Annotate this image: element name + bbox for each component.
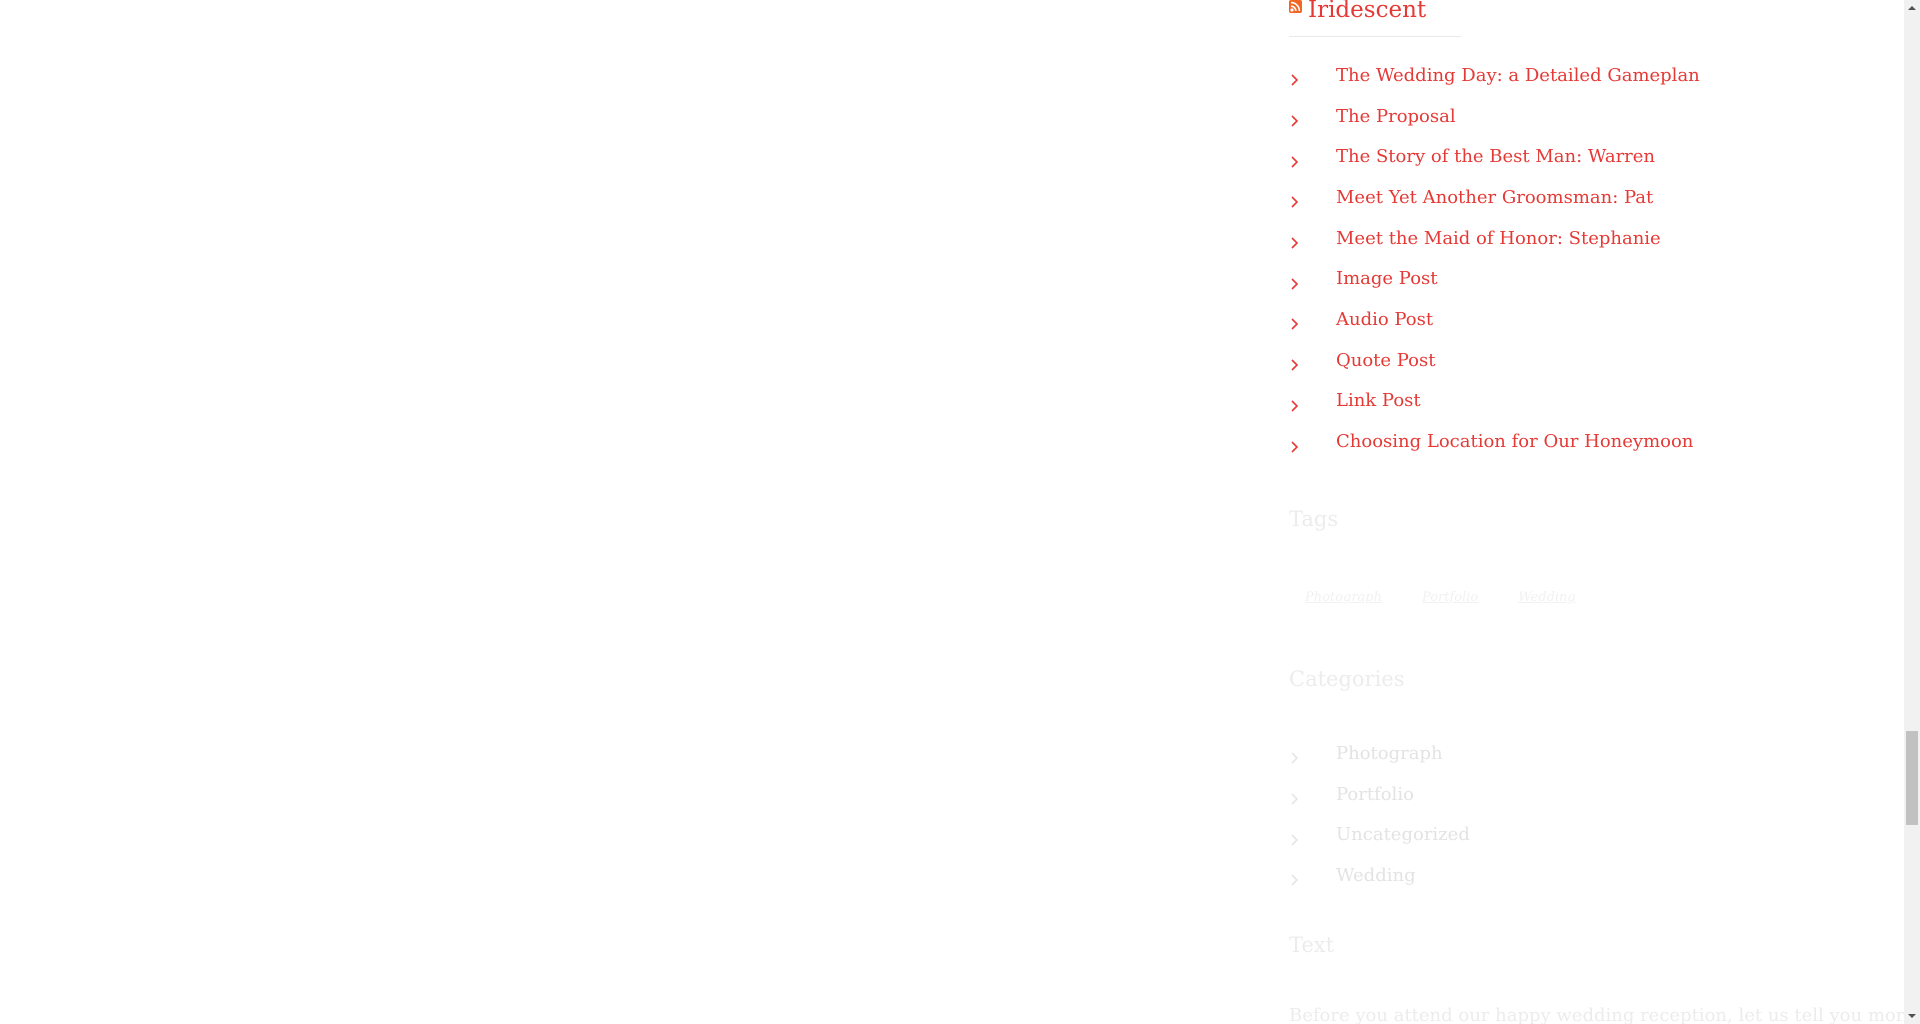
chevron-up-icon[interactable] (1904, 0, 1920, 16)
rss-post-item: Choosing Location for Our Honeymoon (1289, 421, 1899, 462)
chevron-right-icon (1290, 275, 1300, 290)
chevron-right-icon (1290, 356, 1300, 371)
category-link[interactable]: Photograph (1336, 743, 1443, 764)
tag-link[interactable]: Portfolio (1406, 590, 1494, 605)
rss-post-item: Quote Post (1289, 340, 1899, 381)
rss-post-link[interactable]: The Proposal (1336, 106, 1456, 127)
tag-link[interactable]: Photograph (1289, 590, 1398, 605)
category-link[interactable]: Wedding (1336, 865, 1416, 886)
scrollbar-thumb[interactable] (1906, 731, 1918, 825)
chevron-right-icon (1290, 438, 1300, 453)
rss-feed-title-link[interactable]: Iridescent (1308, 0, 1426, 22)
rss-post-item: Image Post (1289, 258, 1899, 299)
rss-post-item: The Proposal (1289, 96, 1899, 137)
text-widget-body: Before you attend our happy wedding rece… (1289, 1005, 1920, 1024)
categories-list: Photograph Portfolio Uncategorized Wedding (1289, 733, 1470, 896)
rss-post-item: Audio Post (1289, 299, 1899, 340)
chevron-right-icon (1290, 234, 1300, 249)
chevron-right-icon (1290, 749, 1300, 764)
rss-post-item: The Story of the Best Man: Warren (1289, 136, 1899, 177)
rss-post-item: The Wedding Day: a Detailed Gameplan (1289, 55, 1899, 96)
category-item: Portfolio (1289, 774, 1470, 815)
tags-heading: Tags (1289, 507, 1339, 531)
rss-post-item: Link Post (1289, 381, 1899, 422)
rss-post-item: Meet Yet Another Groomsman: Pat (1289, 177, 1899, 218)
rss-post-link[interactable]: Quote Post (1336, 350, 1435, 371)
chevron-right-icon (1290, 153, 1300, 168)
rss-post-link[interactable]: The Story of the Best Man: Warren (1336, 146, 1655, 167)
rss-post-link[interactable]: Meet Yet Another Groomsman: Pat (1336, 187, 1653, 208)
rss-post-link[interactable]: Meet the Maid of Honor: Stephanie (1336, 228, 1661, 249)
chevron-down-icon[interactable] (1904, 1008, 1920, 1024)
rss-post-list: The Wedding Day: a Detailed Gameplan The … (1289, 55, 1899, 462)
rss-post-item: Meet the Maid of Honor: Stephanie (1289, 218, 1899, 259)
chevron-right-icon (1290, 112, 1300, 127)
rss-post-link[interactable]: The Wedding Day: a Detailed Gameplan (1336, 65, 1700, 86)
chevron-right-icon (1290, 193, 1300, 208)
category-link[interactable]: Portfolio (1336, 784, 1414, 805)
rss-post-link[interactable]: Link Post (1336, 390, 1421, 411)
rss-widget-title: Iridescent (1289, 0, 1899, 22)
categories-heading: Categories (1289, 667, 1405, 691)
rss-post-link[interactable]: Choosing Location for Our Honeymoon (1336, 431, 1693, 452)
rss-post-link[interactable]: Audio Post (1336, 309, 1433, 330)
chevron-right-icon (1290, 790, 1300, 805)
title-divider (1289, 36, 1461, 37)
chevron-right-icon (1290, 71, 1300, 86)
sidebar: Iridescent The Wedding Day: a Detailed G… (1289, 0, 1920, 1024)
chevron-right-icon (1290, 397, 1300, 412)
chevron-right-icon (1290, 315, 1300, 331)
chevron-right-icon (1290, 831, 1300, 846)
page: Iridescent The Wedding Day: a Detailed G… (0, 0, 1920, 1024)
rss-post-link[interactable]: Image Post (1336, 268, 1438, 289)
tag-link[interactable]: Wedding (1502, 590, 1592, 605)
tag-cloud: Photograph Portfolio Wedding (1289, 590, 1600, 605)
category-item: Photograph (1289, 733, 1470, 774)
category-item: Uncategorized (1289, 814, 1470, 855)
category-link[interactable]: Uncategorized (1336, 824, 1470, 845)
rss-icon[interactable] (1289, 0, 1302, 13)
vertical-scrollbar[interactable] (1904, 0, 1920, 1024)
category-item: Wedding (1289, 855, 1470, 896)
chevron-right-icon (1290, 871, 1300, 886)
text-widget-heading: Text (1289, 933, 1335, 957)
